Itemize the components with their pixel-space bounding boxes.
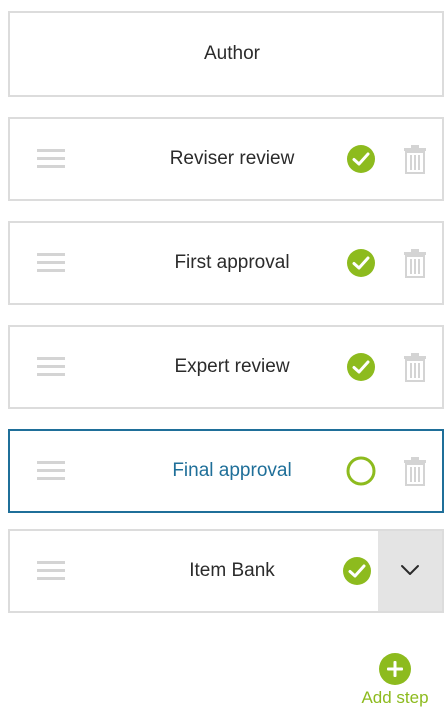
check-circle-icon[interactable] <box>346 248 376 278</box>
check-circle-icon[interactable] <box>342 556 372 586</box>
trash-icon[interactable] <box>403 456 427 486</box>
check-circle-icon[interactable] <box>346 144 376 174</box>
step-label: Final approval <box>172 460 292 481</box>
workflow-step-item-bank[interactable]: Item Bank <box>8 529 444 613</box>
step-label: Item Bank <box>189 560 275 581</box>
author-step-label: Author <box>204 43 260 64</box>
chevron-down-icon <box>401 565 419 575</box>
plus-circle-icon <box>379 653 411 685</box>
step-label: Expert review <box>174 356 290 377</box>
drag-handle-icon[interactable] <box>37 253 65 273</box>
step-label: Reviser review <box>169 148 295 169</box>
author-step-card[interactable]: Author <box>8 11 444 97</box>
trash-icon[interactable] <box>403 352 427 382</box>
trash-icon[interactable] <box>403 144 427 174</box>
add-step-label: Add step <box>361 688 429 707</box>
drag-handle-icon[interactable] <box>37 561 65 581</box>
workflow-step-first-approval[interactable]: First approval <box>8 221 444 305</box>
drag-handle-icon[interactable] <box>37 461 65 481</box>
empty-circle-icon[interactable] <box>346 456 376 486</box>
workflow-step-final-approval[interactable]: Final approval <box>8 429 444 513</box>
expand-button[interactable] <box>378 531 442 611</box>
step-label: First approval <box>174 252 290 273</box>
check-circle-icon[interactable] <box>346 352 376 382</box>
workflow-step-expert-review[interactable]: Expert review <box>8 325 444 409</box>
workflow-step-reviser-review[interactable]: Reviser review <box>8 117 444 201</box>
trash-icon[interactable] <box>403 248 427 278</box>
add-step-button[interactable]: Add step <box>354 652 436 708</box>
drag-handle-icon[interactable] <box>37 357 65 377</box>
drag-handle-icon[interactable] <box>37 149 65 169</box>
